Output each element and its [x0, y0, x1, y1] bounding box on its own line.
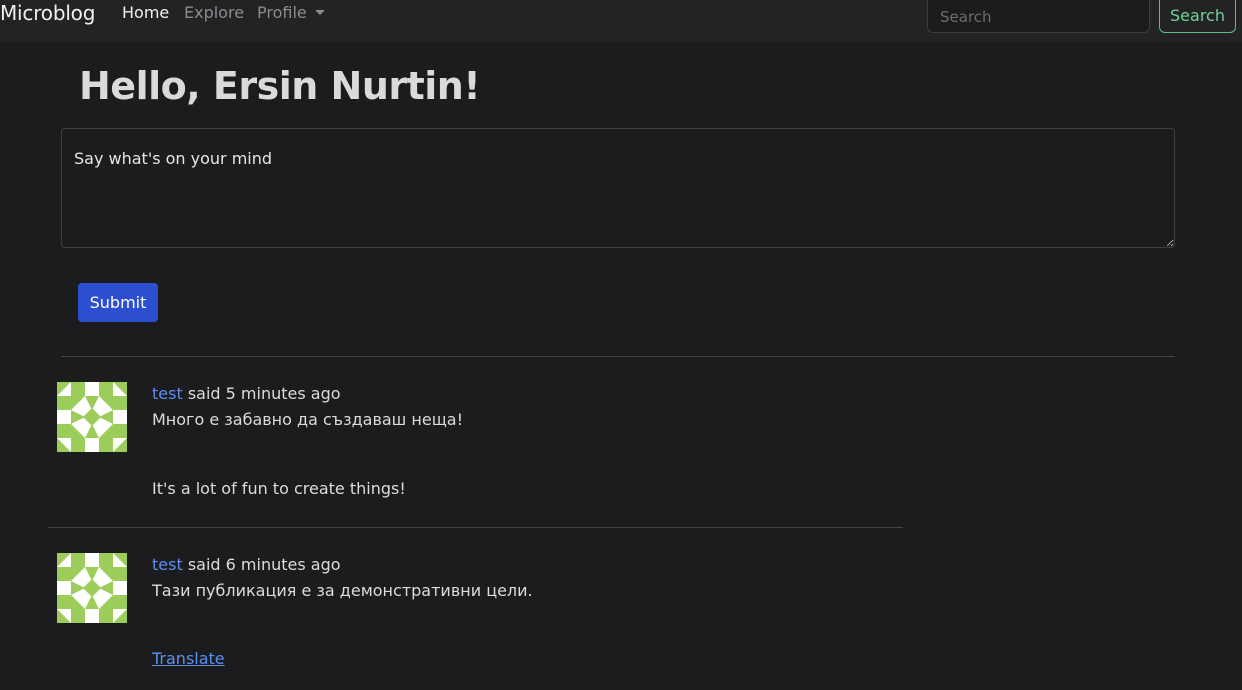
post-body: Много е забавно да създаваш неща! [152, 410, 463, 429]
translate-link[interactable]: Translate [152, 649, 225, 668]
nav-explore[interactable]: Explore [184, 3, 244, 22]
brand-logo-link[interactable]: Microblog [0, 1, 95, 25]
post-username-link[interactable]: test [152, 384, 183, 403]
identicon-icon [57, 382, 127, 452]
post-header: test said 6 minutes ago [152, 555, 341, 574]
identicon-avatar[interactable] [57, 553, 127, 623]
search-input[interactable] [927, 0, 1150, 33]
identicon-avatar[interactable] [57, 382, 127, 452]
post-textarea[interactable] [61, 128, 1175, 248]
post-body: Тази публикация е за демонстративни цели… [152, 581, 533, 600]
divider [61, 356, 1175, 357]
submit-button[interactable]: Submit [78, 283, 158, 322]
nav-profile-label: Profile [257, 3, 307, 22]
search-button[interactable]: Search [1159, 0, 1236, 33]
identicon-icon [57, 553, 127, 623]
nav-home[interactable]: Home [122, 3, 169, 22]
post-translation: It's a lot of fun to create things! [152, 479, 406, 498]
nav-profile-dropdown[interactable]: Profile [257, 3, 325, 22]
divider [48, 527, 903, 528]
post-username-link[interactable]: test [152, 555, 183, 574]
post-timestamp: said 5 minutes ago [182, 384, 341, 403]
post-timestamp: said 6 minutes ago [182, 555, 341, 574]
navbar: Microblog Home Explore Profile Search [0, 0, 1242, 42]
caret-down-icon [314, 10, 325, 15]
page-title: Hello, Ersin Nurtin! [79, 64, 481, 108]
post-header: test said 5 minutes ago [152, 384, 341, 403]
